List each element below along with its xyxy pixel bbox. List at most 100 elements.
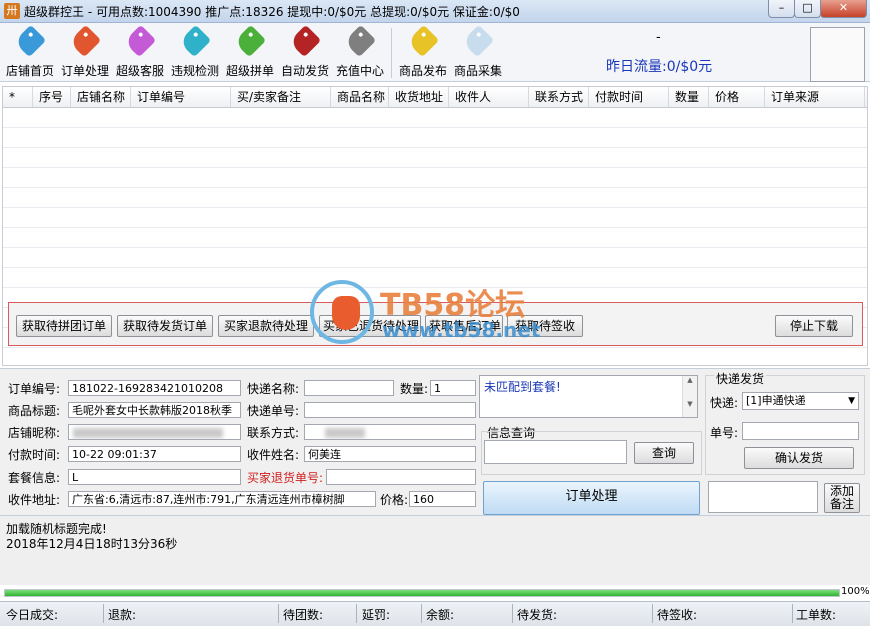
title-bar: 卅 超级群控王 - 可用点数:1004390 推广点:18326 提现中:0/$… bbox=[0, 0, 870, 23]
column-header[interactable]: 联系方式 bbox=[529, 87, 589, 107]
remark-field[interactable] bbox=[708, 481, 818, 513]
express-select-value: [1]申通快递 bbox=[746, 394, 806, 407]
contact-field[interactable] bbox=[304, 424, 476, 440]
window-title: 超级群控王 - 可用点数:1004390 推广点:18326 提现中:0/$0元… bbox=[24, 5, 520, 19]
toolbar-label: 违规检测 bbox=[170, 64, 219, 78]
fetch-pending-ship-button[interactable]: 获取待发货订单 bbox=[117, 315, 213, 337]
status-separator bbox=[512, 604, 513, 623]
violation-tag-icon bbox=[178, 24, 212, 58]
return-no-field[interactable] bbox=[326, 469, 476, 485]
toolbar-super-group[interactable]: 超级拼单 bbox=[223, 24, 277, 79]
package-match-box[interactable]: 未匹配到套餐! ▲ ▼ bbox=[479, 375, 698, 418]
group-tag-icon bbox=[233, 24, 267, 58]
column-header[interactable]: 收货地址 bbox=[389, 87, 449, 107]
grid-header: * 序号 店铺名称 订单编号 买/卖家备注 商品名称 收货地址 收件人 联系方式… bbox=[3, 87, 867, 108]
query-group: 查询 bbox=[481, 431, 702, 475]
download-actions-group: 获取待拼团订单 获取待发货订单 买家退款待处理 买家已退货待处理 获取售后订单 … bbox=[8, 302, 863, 346]
express-name-label: 快递名称: bbox=[247, 382, 300, 396]
toolbar-publish[interactable]: 商品发布 bbox=[396, 24, 450, 79]
express-name-field[interactable] bbox=[304, 380, 394, 396]
return-no-label: 买家退货单号: bbox=[247, 471, 324, 485]
shipping-group: 快递发货 快递: [1]申通快递 ▼ 单号: 确认发货 bbox=[705, 370, 865, 475]
ship-no-field[interactable] bbox=[742, 422, 859, 440]
receiver-field[interactable]: 何美连 bbox=[304, 446, 476, 462]
price-label: 价格: bbox=[380, 493, 409, 507]
query-input[interactable] bbox=[484, 440, 627, 464]
redacted-contact bbox=[325, 428, 365, 438]
service-tag-icon bbox=[123, 24, 157, 58]
shop-tag-icon bbox=[13, 24, 47, 58]
toolbar-label: 自动发货 bbox=[280, 64, 329, 78]
price-field[interactable]: 160 bbox=[409, 491, 476, 507]
status-balance: 余额: bbox=[426, 608, 455, 622]
status-ticket: 工单数: bbox=[796, 608, 837, 622]
column-header[interactable]: 店铺名称 bbox=[71, 87, 131, 107]
status-separator bbox=[652, 604, 653, 623]
yesterday-traffic: 昨日流量:0/$0元 bbox=[606, 59, 713, 75]
stop-download-button[interactable]: 停止下载 bbox=[775, 315, 853, 337]
order-tag-icon bbox=[68, 24, 102, 58]
title-label: 商品标题: bbox=[8, 404, 61, 418]
status-penalty: 延罚: bbox=[362, 608, 391, 622]
toolbar-violation-check[interactable]: 违规检测 bbox=[168, 24, 222, 79]
column-header[interactable]: 订单编号 bbox=[131, 87, 231, 107]
log-line: 加载随机标题完成! bbox=[6, 522, 107, 536]
add-remark-button[interactable]: 添加备注 bbox=[824, 483, 860, 513]
fetch-pending-sign-button[interactable]: 获取待签收 bbox=[507, 315, 583, 337]
qty-label: 数量: bbox=[400, 382, 429, 396]
column-header[interactable]: 订单来源 bbox=[765, 87, 865, 107]
pay-time-field[interactable]: 10-22 09:01:37 bbox=[68, 446, 241, 462]
fetch-group-orders-button[interactable]: 获取待拼团订单 bbox=[16, 315, 112, 337]
express-select-label: 快递: bbox=[710, 396, 739, 410]
toolbar-super-service[interactable]: 超级客服 bbox=[113, 24, 167, 79]
progress-fill bbox=[5, 590, 839, 596]
shop-nick-field[interactable] bbox=[68, 424, 241, 440]
address-field[interactable]: 广东省:6,清远市:87,连州市:791,广东清远连州市樟树脚 bbox=[68, 491, 376, 507]
receiver-label: 收件姓名: bbox=[247, 448, 300, 462]
toolbar-label: 充值中心 bbox=[335, 64, 384, 78]
status-pending-group: 待团数: bbox=[283, 608, 324, 622]
redacted-shop-name bbox=[73, 428, 223, 438]
fetch-after-sale-button[interactable]: 获取售后订单 bbox=[425, 315, 503, 337]
toolbar-collect[interactable]: 商品采集 bbox=[451, 24, 505, 79]
toolbar-label: 超级拼单 bbox=[225, 64, 274, 78]
recharge-tag-icon bbox=[343, 24, 377, 58]
match-scrollbar[interactable]: ▲ ▼ bbox=[682, 376, 697, 417]
column-header[interactable]: * bbox=[3, 87, 33, 107]
toolbar-auto-delivery[interactable]: 自动发货 bbox=[278, 24, 332, 79]
package-field[interactable]: L bbox=[68, 469, 241, 485]
log-output: 加载随机标题完成! 2018年12月4日18时13分36秒 bbox=[0, 515, 870, 585]
buyer-returned-button[interactable]: 买家已退货待处理 bbox=[319, 315, 421, 337]
product-title-field[interactable]: 毛呢外套女中长款韩版2018秋季 bbox=[68, 402, 241, 418]
column-header[interactable]: 买/卖家备注 bbox=[231, 87, 331, 107]
status-separator bbox=[792, 604, 793, 623]
express-no-field[interactable] bbox=[304, 402, 476, 418]
toolbar-shop-home[interactable]: 店铺首页 bbox=[3, 24, 57, 79]
column-header[interactable]: 商品名称 bbox=[331, 87, 389, 107]
order-no-field[interactable]: 181022-169283421010208 bbox=[68, 380, 241, 396]
toolbar-label: 商品发布 bbox=[398, 64, 447, 78]
buyer-refund-button[interactable]: 买家退款待处理 bbox=[218, 315, 314, 337]
toolbar-separator bbox=[391, 28, 392, 78]
ship-no-label: 单号: bbox=[710, 426, 739, 440]
order-process-button[interactable]: 订单处理 bbox=[483, 481, 700, 515]
toolbar-order-process[interactable]: 订单处理 bbox=[58, 24, 112, 79]
column-header[interactable]: 付款时间 bbox=[589, 87, 669, 107]
column-header[interactable]: 价格 bbox=[709, 87, 765, 107]
toolbar-recharge[interactable]: 充值中心 bbox=[333, 24, 387, 79]
close-button[interactable]: ✕ bbox=[820, 0, 867, 18]
status-refund: 退款: bbox=[108, 608, 137, 622]
confirm-ship-button[interactable]: 确认发货 bbox=[744, 447, 854, 469]
toolbar-label: 订单处理 bbox=[60, 64, 109, 78]
minimize-button[interactable]: – bbox=[768, 0, 795, 18]
express-select[interactable]: [1]申通快递 ▼ bbox=[742, 392, 859, 410]
qty-field[interactable]: 1 bbox=[430, 380, 476, 396]
maximize-button[interactable]: □ bbox=[794, 0, 821, 18]
column-header[interactable]: 序号 bbox=[33, 87, 71, 107]
shop-nick-label: 店铺昵称: bbox=[8, 426, 61, 440]
column-header[interactable]: 收件人 bbox=[449, 87, 529, 107]
delivery-tag-icon bbox=[288, 24, 322, 58]
query-button[interactable]: 查询 bbox=[634, 442, 694, 464]
match-text: 未匹配到套餐! bbox=[484, 380, 561, 394]
column-header[interactable]: 数量 bbox=[669, 87, 709, 107]
